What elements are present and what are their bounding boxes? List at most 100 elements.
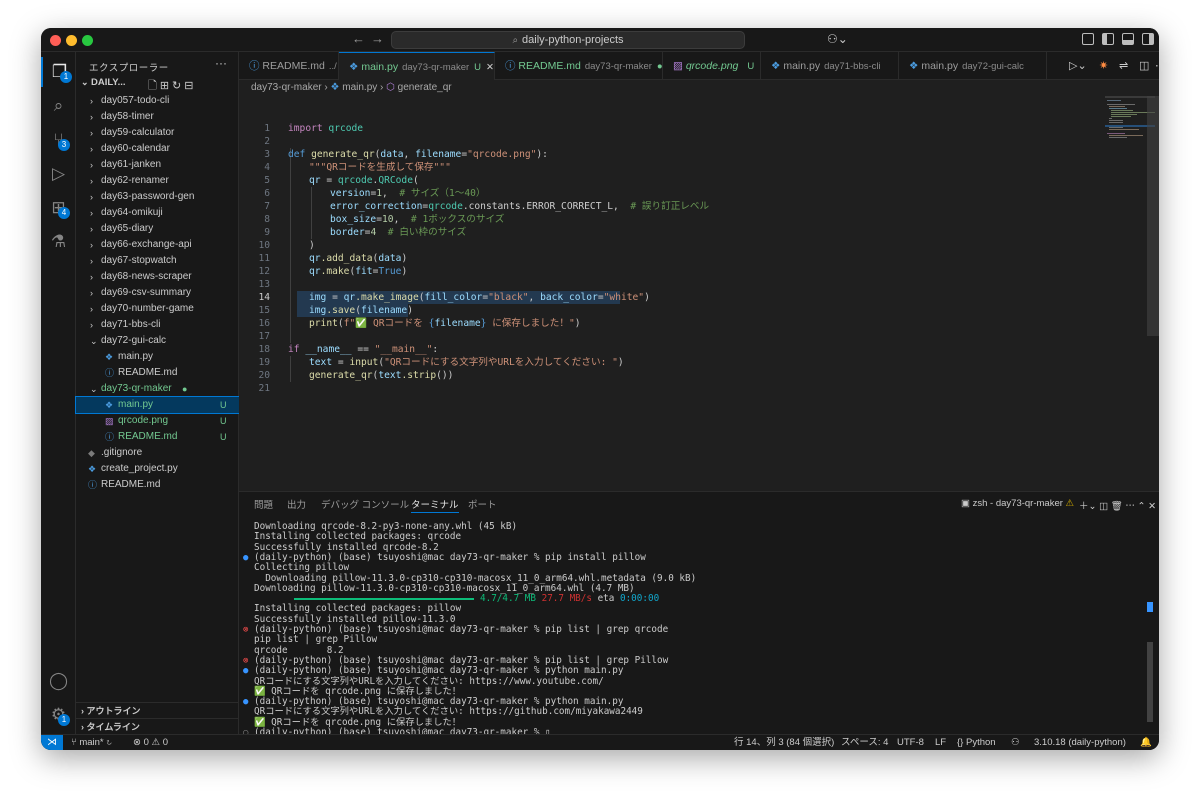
tree-item[interactable]: ❖ create_project.py [76, 461, 239, 477]
source-control-icon[interactable]: ⑂ 3 [41, 125, 76, 155]
chevron-down-icon: ⌄ [90, 336, 98, 346]
editor-tab[interactable]: ❖ main.py day73-qr-maker U ✕ [339, 52, 495, 80]
command-center-search[interactable]: ⌕ daily-python-projects [391, 31, 745, 49]
tab-output[interactable]: 出力 [287, 497, 306, 513]
tree-item[interactable]: ⓘ README.md U [76, 429, 239, 445]
terminal-scroll-marker [1147, 602, 1153, 612]
editor-tab[interactable]: ❖ main.py day72-gui-calc [899, 52, 1047, 80]
python-file-icon: ❖ [330, 82, 340, 93]
tab-ports[interactable]: ポート [468, 497, 497, 513]
cursor-position[interactable]: 行 14、列 3 (84 個選択) [734, 735, 834, 750]
tree-item[interactable]: › day65-diary [76, 221, 239, 237]
account-icon[interactable]: ◯ [41, 666, 76, 696]
tree-item[interactable]: › day62-renamer [76, 173, 239, 189]
terminal-output[interactable]: Downloading qrcode-8.2-py3-none-any.whl … [239, 521, 1159, 738]
terminal-selector[interactable]: ▣ zsh - day73-qr-maker ⚠ [961, 498, 1074, 509]
tree-item[interactable]: › day64-omikuji [76, 205, 239, 221]
tree-item[interactable]: › day71-bbs-cli [76, 317, 239, 333]
python-interpreter[interactable]: 3.10.18 (daily-python) [1034, 735, 1126, 750]
language-mode[interactable]: {} Python [957, 735, 996, 750]
problems-indicator[interactable]: ⊗ 0 ⚠ 0 [133, 735, 168, 750]
tab-problems[interactable]: 問題 [254, 497, 273, 513]
warning-count: 0 [162, 737, 168, 748]
breadcrumb-symbol[interactable]: generate_qr [398, 82, 452, 93]
toggle-panel-icon[interactable] [1122, 33, 1134, 45]
more-icon[interactable]: ⋯ [1155, 59, 1159, 72]
tree-item[interactable]: ❖ main.py [76, 349, 239, 365]
tree-item[interactable]: › day67-stopwatch [76, 253, 239, 269]
close-window-button[interactable] [50, 35, 61, 46]
tree-item[interactable]: › day66-exchange-api [76, 237, 239, 253]
command-decoration-icon[interactable]: ⊗ [243, 625, 248, 635]
arrow-right-icon[interactable]: → [371, 31, 384, 46]
indentation[interactable]: スペース: 4 [841, 735, 888, 750]
editor-tab[interactable]: ⓘ README.md ../ [239, 52, 339, 80]
notifications-icon[interactable]: 🔔 [1140, 735, 1152, 750]
maximize-window-button[interactable] [82, 35, 93, 46]
terminal-scrollbar[interactable] [1147, 642, 1153, 722]
tab-terminal[interactable]: ターミナル [411, 497, 459, 513]
tree-item[interactable]: › day61-janken [76, 157, 239, 173]
copilot-status-icon[interactable]: ⚇ [1011, 735, 1020, 750]
branch-indicator[interactable]: ⑂ main* ↻ [71, 735, 112, 750]
tree-item[interactable]: › day69-csv-summary [76, 285, 239, 301]
timeline-section[interactable]: › タイムライン [76, 718, 239, 734]
tree-item[interactable]: ⓘ README.md [76, 477, 239, 493]
tree-item[interactable]: › day59-calculator [76, 125, 239, 141]
chevron-down-icon: ⌄ [81, 77, 89, 87]
explorer-icon[interactable]: ❐ 1 [41, 57, 76, 87]
compare-icon[interactable]: ⇌ [1119, 59, 1128, 72]
tree-item[interactable]: › day60-calendar [76, 141, 239, 157]
command-decoration-icon[interactable]: ⊗ [243, 656, 248, 666]
close-icon[interactable]: ✕ [486, 62, 494, 73]
tree-item[interactable]: › day057-todo-cli [76, 93, 239, 109]
editor-tab[interactable]: ▨ qrcode.png U [663, 52, 761, 80]
encoding[interactable]: UTF-8 [897, 735, 924, 750]
breadcrumb-folder[interactable]: day73-qr-maker [251, 82, 322, 93]
tree-item[interactable]: ⌄ day73-qr-maker ● [76, 381, 239, 397]
minimize-window-button[interactable] [66, 35, 77, 46]
tree-item[interactable]: › day68-news-scraper [76, 269, 239, 285]
tree-item[interactable]: ▨ qrcode.png U [76, 413, 239, 429]
search-icon[interactable]: ⌕ [41, 91, 76, 121]
command-decoration-icon[interactable]: ● [243, 553, 248, 563]
tree-item[interactable]: › day58-timer [76, 109, 239, 125]
arrow-left-icon[interactable]: ← [352, 31, 365, 46]
tree-item[interactable]: ❖ main.py U [75, 396, 240, 414]
tree-item[interactable]: › day70-number-game [76, 301, 239, 317]
tree-item-label: day68-news-scraper [101, 271, 192, 282]
tree-item[interactable]: ⌄ day72-gui-calc [76, 333, 239, 349]
editor-tab[interactable]: ❖ main.py day71-bbs-cli [761, 52, 899, 80]
tree-item[interactable]: ◆ .gitignore [76, 445, 239, 461]
extensions-icon[interactable]: ⊞ 4 [41, 193, 76, 223]
run-debug-icon[interactable]: ▷ [41, 159, 76, 189]
layout-customize-icon[interactable] [1082, 33, 1094, 45]
run-icon[interactable]: ▷⌄ [1069, 59, 1087, 72]
command-decoration-icon[interactable]: ● [243, 697, 248, 707]
code-editor[interactable]: 1 2 3 4 5 6 7 8 9 10 11 12 13 14 15 16 17 18 19 20 21 import… [239, 96, 1159, 491]
testing-icon[interactable]: ⚗ [41, 227, 76, 257]
project-root[interactable]: ⌄ DAILY... 🗋⊞↻⊟ [76, 77, 239, 93]
tree-item-label: day65-diary [101, 223, 154, 234]
tree-item-label: day64-omikuji [101, 207, 163, 218]
command-decoration-icon[interactable]: ● [243, 666, 248, 676]
toggle-secondary-sidebar-icon[interactable] [1142, 33, 1154, 45]
tab-debug-console[interactable]: デバッグ コンソール [321, 497, 409, 513]
line-number: 11 [258, 253, 270, 264]
line-ending[interactable]: LF [935, 735, 946, 750]
gear-icon[interactable]: ⚙ 1 [41, 700, 76, 730]
outline-section[interactable]: › アウトライン [76, 702, 239, 718]
copilot-icon[interactable]: ⚇⌄ [827, 32, 848, 46]
more-actions-icon[interactable]: ··· [215, 56, 227, 70]
chevron-right-icon: › [90, 224, 93, 234]
split-editor-icon[interactable]: ◫ [1139, 59, 1149, 72]
tree-item[interactable]: ⓘ README.md [76, 365, 239, 381]
tree-item[interactable]: › day63-password-gen [76, 189, 239, 205]
panel-actions[interactable]: ＋⌄ ◫ 🗑 ⋯ ⌃ ✕ [1079, 498, 1156, 512]
breadcrumb-file[interactable]: main.py [342, 82, 377, 93]
toggle-primary-sidebar-icon[interactable] [1102, 33, 1114, 45]
editor-tab[interactable]: ⓘ README.md day73-qr-maker ● [495, 52, 663, 80]
spark-icon[interactable]: ✷ [1099, 59, 1108, 72]
remote-icon[interactable]: ⋊ [41, 735, 63, 750]
editor-scrollbar[interactable] [1147, 96, 1159, 336]
